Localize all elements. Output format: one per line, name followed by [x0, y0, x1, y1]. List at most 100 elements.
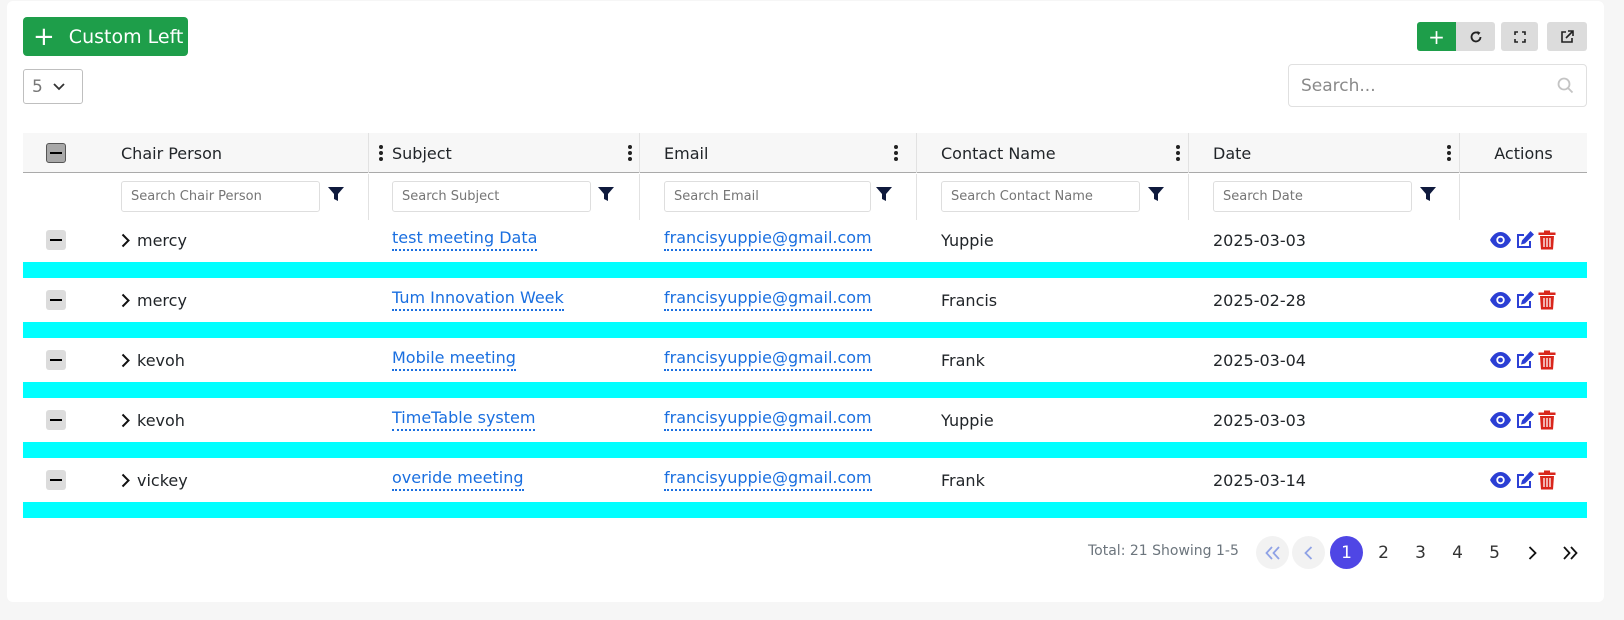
add-row-button[interactable]: +	[1417, 22, 1456, 51]
filter-subject-input[interactable]	[392, 181, 591, 212]
fullscreen-button[interactable]	[1501, 22, 1538, 51]
page-size-select[interactable]: 5	[23, 69, 83, 104]
filter-date-input[interactable]	[1213, 181, 1412, 212]
custom-left-label: Custom Left	[68, 25, 184, 48]
column-label-actions: Actions	[1494, 143, 1553, 163]
page-button[interactable]: 3	[1404, 536, 1437, 569]
filter-icon[interactable]	[1420, 187, 1436, 202]
column-label-subject: Subject	[392, 143, 452, 163]
chevron-right-icon[interactable]	[121, 293, 130, 308]
cell-subject-link[interactable]: TimeTable system	[392, 408, 536, 432]
filter-icon[interactable]	[876, 187, 892, 202]
cell-subject-link[interactable]: Mobile meeting	[392, 348, 516, 372]
page-size-value: 5	[32, 76, 43, 97]
row-separator	[23, 382, 1587, 398]
delete-trash-icon[interactable]	[1538, 350, 1556, 370]
cell-email-link[interactable]: francisyuppie@gmail.com	[664, 288, 872, 312]
cell-subject-link[interactable]: overide meeting	[392, 468, 524, 492]
cell-date: 2025-03-03	[1213, 410, 1306, 430]
previous-page-button[interactable]	[1292, 536, 1325, 569]
row-checkbox[interactable]	[46, 290, 66, 310]
table-row[interactable]: kevoh TimeTable system francisyuppie@gma…	[23, 398, 1587, 442]
filter-icon[interactable]	[1148, 187, 1164, 202]
page-button[interactable]: 2	[1367, 536, 1400, 569]
column-header-contact-name[interactable]: Contact Name	[941, 133, 1211, 173]
chevron-right-icon[interactable]	[121, 353, 130, 368]
double-chevron-left-icon	[1264, 545, 1280, 560]
cell-contact-name: Frank	[941, 470, 985, 490]
pagination-summary: Total: 21 Showing 1-5	[1088, 543, 1239, 559]
row-checkbox[interactable]	[46, 410, 66, 430]
view-eye-icon[interactable]	[1489, 351, 1512, 369]
cell-chair-person: mercy	[137, 230, 187, 250]
open-external-button[interactable]	[1547, 22, 1587, 51]
view-eye-icon[interactable]	[1489, 291, 1512, 309]
cell-chair-person: kevoh	[137, 410, 185, 430]
column-menu-icon[interactable]	[1447, 144, 1451, 162]
view-eye-icon[interactable]	[1489, 471, 1512, 489]
refresh-button[interactable]	[1456, 22, 1495, 51]
filter-icon[interactable]	[328, 187, 344, 202]
row-checkbox[interactable]	[46, 230, 66, 250]
fullscreen-icon	[1513, 30, 1526, 43]
row-checkbox[interactable]	[46, 470, 66, 490]
cell-subject-link[interactable]: Tum Innovation Week	[392, 288, 564, 312]
column-menu-icon[interactable]	[379, 144, 383, 162]
table-row[interactable]: mercy test meeting Data francisyuppie@gm…	[23, 218, 1587, 262]
cell-contact-name: Yuppie	[941, 230, 994, 250]
chevron-right-icon[interactable]	[121, 233, 130, 248]
refresh-icon	[1470, 30, 1481, 42]
chevron-right-icon[interactable]	[121, 413, 130, 428]
double-chevron-right-icon	[1562, 545, 1578, 560]
cell-email-link[interactable]: francisyuppie@gmail.com	[664, 228, 872, 252]
view-eye-icon[interactable]	[1489, 231, 1512, 249]
filter-chair-person-input[interactable]	[121, 181, 320, 212]
delete-trash-icon[interactable]	[1538, 410, 1556, 430]
table-header: Chair Person Subject Email Contact Name …	[23, 133, 1587, 173]
column-menu-icon[interactable]	[628, 144, 632, 162]
edit-pencil-icon[interactable]	[1515, 410, 1535, 430]
cell-email-link[interactable]: francisyuppie@gmail.com	[664, 348, 872, 372]
page-button[interactable]: 5	[1478, 536, 1511, 569]
filter-email-input[interactable]	[664, 181, 871, 212]
column-header-subject[interactable]: Subject	[392, 133, 664, 173]
table-row[interactable]: mercy Tum Innovation Week francisyuppie@…	[23, 278, 1587, 322]
delete-trash-icon[interactable]	[1538, 470, 1556, 490]
column-header-chair-person[interactable]: Chair Person	[121, 133, 391, 173]
row-separator	[23, 262, 1587, 278]
select-all-checkbox[interactable]	[46, 143, 66, 163]
column-label-email: Email	[664, 143, 709, 163]
page-button[interactable]: 4	[1441, 536, 1474, 569]
column-label-date: Date	[1213, 143, 1252, 163]
view-eye-icon[interactable]	[1489, 411, 1512, 429]
delete-trash-icon[interactable]	[1538, 290, 1556, 310]
column-menu-icon[interactable]	[894, 144, 898, 162]
filter-contact-name-input[interactable]	[941, 181, 1140, 212]
chevron-left-icon	[1304, 545, 1313, 560]
edit-pencil-icon[interactable]	[1515, 470, 1535, 490]
next-page-button[interactable]	[1516, 536, 1549, 569]
column-menu-icon[interactable]	[1176, 144, 1180, 162]
table-row[interactable]: kevoh Mobile meeting francisyuppie@gmail…	[23, 338, 1587, 382]
table-row[interactable]: vickey overide meeting francisyuppie@gma…	[23, 458, 1587, 502]
edit-pencil-icon[interactable]	[1515, 350, 1535, 370]
column-divider	[368, 133, 369, 173]
search-placeholder: Search...	[1301, 75, 1376, 96]
edit-pencil-icon[interactable]	[1515, 230, 1535, 250]
row-checkbox[interactable]	[46, 350, 66, 370]
cell-email-link[interactable]: francisyuppie@gmail.com	[664, 468, 872, 492]
filter-icon[interactable]	[598, 187, 614, 202]
page-button[interactable]: 1	[1330, 536, 1363, 569]
custom-left-button[interactable]: + Custom Left	[23, 17, 188, 56]
cell-email-link[interactable]: francisyuppie@gmail.com	[664, 408, 872, 432]
last-page-button[interactable]	[1553, 536, 1586, 569]
cell-subject-link[interactable]: test meeting Data	[392, 228, 538, 252]
edit-pencil-icon[interactable]	[1515, 290, 1535, 310]
chevron-right-icon[interactable]	[121, 473, 130, 488]
delete-trash-icon[interactable]	[1538, 230, 1556, 250]
first-page-button[interactable]	[1256, 536, 1289, 569]
global-search-input[interactable]: Search...	[1288, 64, 1587, 107]
cell-contact-name: Frank	[941, 350, 985, 370]
column-header-date[interactable]: Date	[1213, 133, 1483, 173]
cell-chair-person: vickey	[137, 470, 188, 490]
